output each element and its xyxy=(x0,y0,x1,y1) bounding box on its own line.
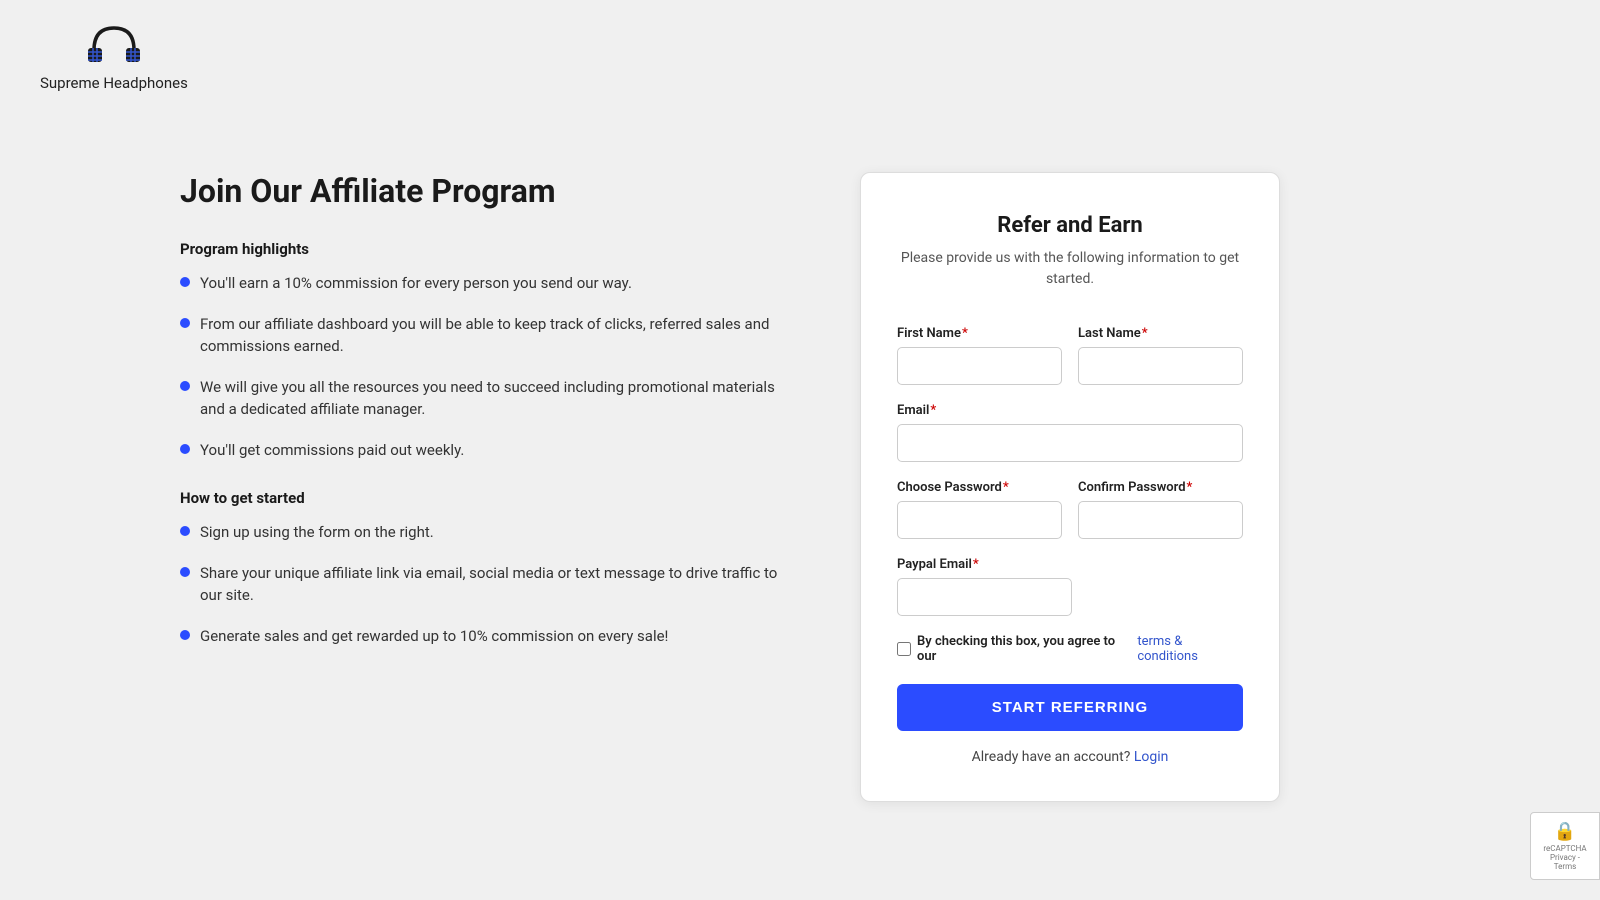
last-name-input[interactable] xyxy=(1078,347,1243,385)
highlights-heading: Program highlights xyxy=(180,240,780,258)
required-star: * xyxy=(1003,480,1009,495)
how-to-heading: How to get started xyxy=(180,489,780,507)
how-to-list: Sign up using the form on the right. Sha… xyxy=(180,521,780,647)
header: Supreme Headphones xyxy=(0,0,1600,112)
main-content: Join Our Affiliate Program Program highl… xyxy=(0,112,1600,862)
list-item: You'll get commissions paid out weekly. xyxy=(180,439,780,462)
last-name-label: Last Name* xyxy=(1078,326,1243,341)
list-item: We will give you all the resources you n… xyxy=(180,376,780,421)
choose-password-group: Choose Password* xyxy=(897,480,1062,539)
submit-button[interactable]: START REFERRING xyxy=(897,684,1243,731)
logo[interactable]: Supreme Headphones xyxy=(40,20,188,92)
bullet-icon xyxy=(180,318,190,328)
highlight-text: You'll get commissions paid out weekly. xyxy=(200,439,464,462)
required-star: * xyxy=(1187,480,1193,495)
highlight-text: From our affiliate dashboard you will be… xyxy=(200,313,780,358)
terms-checkbox[interactable] xyxy=(897,642,911,656)
required-star: * xyxy=(1142,326,1148,341)
required-star: * xyxy=(930,403,936,418)
confirm-password-label: Confirm Password* xyxy=(1078,480,1243,495)
paypal-email-label: Paypal Email* xyxy=(897,557,1072,572)
last-name-group: Last Name* xyxy=(1078,326,1243,385)
terms-link[interactable]: terms & conditions xyxy=(1137,634,1243,664)
bullet-icon xyxy=(180,277,190,287)
first-name-group: First Name* xyxy=(897,326,1062,385)
paypal-email-group: Paypal Email* xyxy=(897,557,1072,616)
required-star: * xyxy=(973,557,979,572)
email-label: Email* xyxy=(897,403,1243,418)
bullet-icon xyxy=(180,630,190,640)
highlights-list: You'll earn a 10% commission for every p… xyxy=(180,272,780,461)
headphones-icon xyxy=(84,20,144,70)
list-item: You'll earn a 10% commission for every p… xyxy=(180,272,780,295)
confirm-password-input[interactable] xyxy=(1078,501,1243,539)
login-link[interactable]: Login xyxy=(1134,749,1169,765)
choose-password-input[interactable] xyxy=(897,501,1062,539)
confirm-password-group: Confirm Password* xyxy=(1078,480,1243,539)
form-subtitle: Please provide us with the following inf… xyxy=(897,248,1243,290)
list-item: Share your unique affiliate link via ema… xyxy=(180,562,780,607)
form-card: Refer and Earn Please provide us with th… xyxy=(860,172,1280,802)
recaptcha-icon: 🔒 xyxy=(1554,821,1576,842)
list-item: Sign up using the form on the right. xyxy=(180,521,780,544)
bullet-icon xyxy=(180,526,190,536)
highlight-text: We will give you all the resources you n… xyxy=(200,376,780,421)
highlight-text: You'll earn a 10% commission for every p… xyxy=(200,272,632,295)
list-item: From our affiliate dashboard you will be… xyxy=(180,313,780,358)
login-row: Already have an account? Login xyxy=(897,749,1243,765)
terms-text: By checking this box, you agree to our xyxy=(917,634,1131,664)
right-section: Refer and Earn Please provide us with th… xyxy=(860,172,1280,802)
password-row: Choose Password* Confirm Password* xyxy=(897,480,1243,539)
recaptcha-sub: Privacy - Terms xyxy=(1541,853,1589,871)
left-section: Join Our Affiliate Program Program highl… xyxy=(180,172,780,675)
list-item: Generate sales and get rewarded up to 10… xyxy=(180,625,780,648)
bullet-icon xyxy=(180,567,190,577)
required-star: * xyxy=(962,326,968,341)
name-row: First Name* Last Name* xyxy=(897,326,1243,385)
recaptcha-label: reCAPTCHA xyxy=(1543,844,1586,853)
already-account-text: Already have an account? xyxy=(972,749,1131,765)
how-to-text: Sign up using the form on the right. xyxy=(200,521,434,544)
page-title: Join Our Affiliate Program xyxy=(180,172,780,210)
first-name-label: First Name* xyxy=(897,326,1062,341)
how-to-text: Generate sales and get rewarded up to 10… xyxy=(200,625,668,648)
first-name-input[interactable] xyxy=(897,347,1062,385)
recaptcha-badge: 🔒 reCAPTCHA Privacy - Terms xyxy=(1530,812,1600,880)
choose-password-label: Choose Password* xyxy=(897,480,1062,495)
email-group: Email* xyxy=(897,403,1243,462)
terms-row: By checking this box, you agree to our t… xyxy=(897,634,1243,664)
how-to-text: Share your unique affiliate link via ema… xyxy=(200,562,780,607)
email-input[interactable] xyxy=(897,424,1243,462)
form-title: Refer and Earn xyxy=(897,213,1243,238)
bullet-icon xyxy=(180,381,190,391)
bullet-icon xyxy=(180,444,190,454)
logo-text: Supreme Headphones xyxy=(40,74,188,92)
paypal-email-input[interactable] xyxy=(897,578,1072,616)
